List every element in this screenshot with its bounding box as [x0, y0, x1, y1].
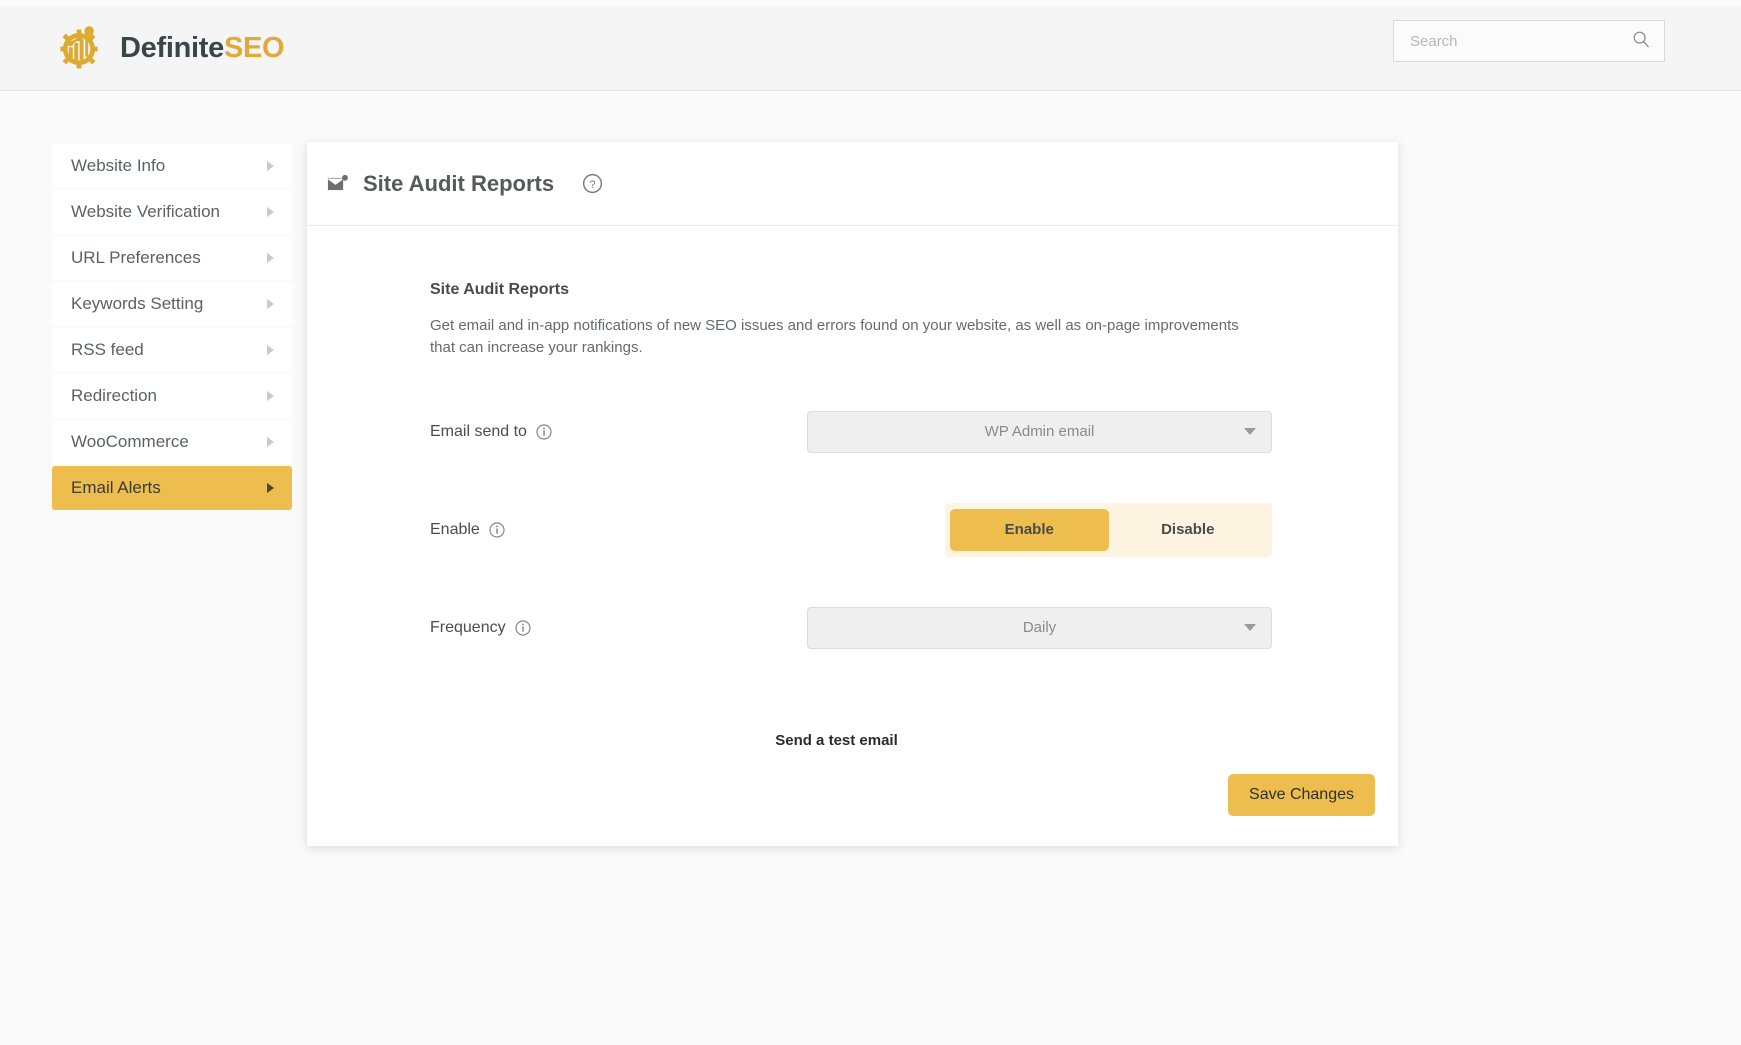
sidebar-item-website-verification[interactable]: Website Verification	[52, 190, 292, 234]
enable-option-button[interactable]: Enable	[950, 508, 1109, 551]
sidebar-nav: Website Info Website Verification URL Pr…	[52, 144, 292, 512]
frequency-label-group: Frequency	[430, 619, 807, 637]
sidebar-item-label: Keywords Setting	[71, 294, 204, 313]
app-root: DefiniteSEO Website Info Website Verific…	[0, 0, 1741, 1045]
field-row-enable: Enable Enable Disable	[430, 502, 1350, 557]
email-send-to-label-group: Email send to	[430, 423, 807, 441]
field-label: Frequency	[430, 618, 506, 636]
select-value: Daily	[1022, 619, 1057, 636]
brand-logo[interactable]: DefiniteSEO	[52, 21, 285, 77]
brand-name-accent: SEO	[223, 32, 285, 64]
info-circle-icon[interactable]	[489, 521, 505, 538]
top-header-bar: DefiniteSEO	[0, 7, 1741, 91]
sidebar-item-rss-feed[interactable]: RSS feed	[52, 328, 292, 372]
chevron-right-icon	[267, 391, 274, 401]
field-row-email-send-to: Email send to WP Admin email	[430, 407, 1350, 457]
caret-down-icon	[1244, 428, 1256, 435]
chevron-right-icon	[267, 299, 274, 309]
gear-chart-logo-icon	[52, 21, 106, 77]
enable-label-group: Enable	[430, 521, 807, 539]
email-send-to-select[interactable]: WP Admin email	[807, 410, 1272, 453]
section-title: Site Audit Reports	[430, 281, 569, 298]
brand-name-primary: Definite	[120, 32, 224, 64]
sidebar-item-woocommerce[interactable]: WooCommerce	[52, 420, 292, 464]
frequency-select[interactable]: Daily	[807, 606, 1272, 649]
disable-option-button[interactable]: Disable	[1109, 509, 1268, 551]
caret-down-icon	[1244, 624, 1256, 631]
search-icon[interactable]	[1632, 30, 1650, 53]
sidebar-item-keywords-setting[interactable]: Keywords Setting	[52, 282, 292, 326]
enable-toggle-group: Enable Disable	[945, 502, 1272, 557]
card-body: Site Audit Reports Get email and in-app …	[307, 226, 1398, 846]
sidebar-item-label: RSS feed	[71, 340, 144, 359]
site-audit-reports-card: Site Audit Reports ? Site Audit Reports …	[307, 142, 1398, 846]
sidebar-item-label: Website Info	[71, 156, 166, 175]
sidebar-item-label: Email Alerts	[71, 478, 161, 497]
info-circle-icon[interactable]	[514, 619, 531, 636]
sidebar-item-url-preferences[interactable]: URL Preferences	[52, 236, 292, 280]
chevron-right-icon	[267, 253, 274, 263]
chevron-right-icon	[267, 345, 274, 355]
page-title: Site Audit Reports	[363, 170, 555, 196]
field-label: Enable	[430, 520, 480, 538]
send-test-email-link[interactable]: Send a test email	[775, 732, 898, 749]
sidebar-item-redirection[interactable]: Redirection	[52, 374, 292, 418]
card-header: Site Audit Reports ?	[307, 142, 1398, 226]
send-test-email-row: Send a test email	[307, 732, 1398, 750]
select-value: WP Admin email	[984, 423, 1095, 440]
svg-text:?: ?	[590, 179, 596, 191]
info-circle-icon[interactable]	[536, 423, 552, 440]
chevron-right-icon	[267, 207, 274, 217]
section-description: Get email and in-app notifications of ne…	[430, 317, 1239, 356]
chevron-right-icon	[267, 161, 274, 171]
sidebar-item-label: Website Verification	[71, 202, 220, 221]
sidebar-item-email-alerts[interactable]: Email Alerts	[52, 466, 292, 510]
sidebar-item-label: WooCommerce	[71, 432, 189, 451]
chevron-right-icon	[267, 437, 274, 447]
field-label: Email send to	[430, 422, 527, 440]
sidebar-item-website-info[interactable]: Website Info	[52, 144, 292, 188]
chevron-right-icon	[267, 483, 274, 493]
sidebar-item-label: Redirection	[71, 386, 157, 405]
search-box[interactable]	[1393, 20, 1665, 62]
save-button-wrap: Save Changes	[1228, 774, 1375, 816]
envelope-icon	[327, 174, 349, 194]
search-input[interactable]	[1408, 31, 1632, 51]
brand-name: DefiniteSEO	[120, 32, 285, 65]
save-changes-button[interactable]: Save Changes	[1228, 774, 1375, 816]
sidebar-item-label: URL Preferences	[71, 248, 201, 267]
question-circle-icon[interactable]: ?	[568, 173, 603, 194]
field-row-frequency: Frequency Daily	[430, 603, 1350, 653]
